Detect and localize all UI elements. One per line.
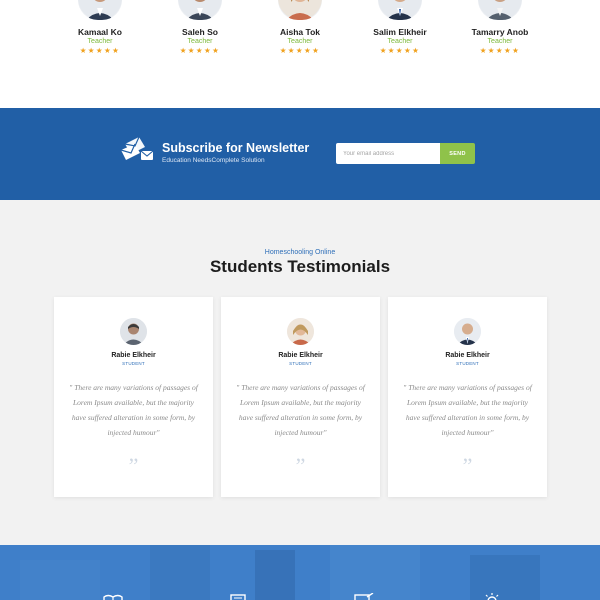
email-field[interactable] [336,143,441,164]
testimonial-quote: " There are many variations of passages … [403,383,532,437]
teacher-name: Kamaal Ko [78,27,122,37]
teacher-role: Teacher [87,38,113,45]
teacher-name: Salim Elkheir [373,27,427,37]
testimonial-card: Rabie Elkheir STUDENT " There are many v… [221,297,380,497]
teacher-card[interactable]: Saleh So Teacher ★★★★★ [160,0,240,55]
student-name: Rabie Elkheir [111,352,156,359]
section-title: Students Testimonials [209,257,391,276]
teacher-name: Saleh So [182,27,218,37]
testimonial-quote: " There are many variations of passages … [236,383,365,437]
quote-icon: ” [295,453,306,478]
newsletter-subtitle: Education NeedsComplete Solution [162,157,265,164]
avatar [278,0,322,20]
certificate-icon [230,590,246,600]
teacher-role: Teacher [187,38,213,45]
teacher-role: Teacher [387,38,413,45]
background-photo [0,545,600,600]
send-button[interactable]: SEND [440,143,475,164]
teacher-role: Teacher [287,38,313,45]
quote-icon: ” [462,453,473,478]
teacher-role: Teacher [487,38,513,45]
lightbulb-icon [483,590,501,600]
newsletter-title: Subscribe for Newsletter [162,141,310,155]
teacher-card[interactable]: Aisha Tok Teacher ★★★★★ [260,0,340,55]
rating-stars-icon: ★★★★★ [179,46,221,55]
rating-stars-icon: ★★★★★ [279,46,321,55]
student-name: Rabie Elkheir [278,352,323,359]
teacher-card[interactable]: Tamarry Anob Teacher ★★★★★ [460,0,540,55]
section-kicker: Homeschooling Online [264,249,336,256]
teachers-section: Kamaal Ko Teacher ★★★★★ Saleh So Teacher… [0,0,600,108]
student-role: STUDENT [456,361,479,366]
rating-stars-icon: ★★★★★ [479,46,521,55]
envelope-stack-icon [119,134,155,169]
features-banner [0,545,600,600]
avatar [454,318,481,345]
testimonial-card: Rabie Elkheir STUDENT " There are many v… [388,297,547,497]
student-name: Rabie Elkheir [445,352,490,359]
rating-stars-icon: ★★★★★ [79,46,121,55]
testimonial-quote: " There are many variations of passages … [69,383,198,437]
book-icon [102,590,124,600]
testimonial-card: Rabie Elkheir STUDENT " There are many v… [54,297,213,497]
rating-stars-icon: ★★★★★ [379,46,421,55]
avatar [287,318,314,345]
teacher-name: Tamarry Anob [471,27,529,37]
avatar [120,318,147,345]
avatar [478,0,522,20]
avatar [378,0,422,20]
teacher-card[interactable]: Kamaal Ko Teacher ★★★★★ [60,0,140,55]
teacher-name: Aisha Tok [280,27,320,37]
avatar [78,0,122,20]
student-role: STUDENT [289,361,312,366]
quote-icon: ” [128,453,139,478]
student-role: STUDENT [122,361,145,366]
teacher-card[interactable]: Salim Elkheir Teacher ★★★★★ [360,0,440,55]
avatar [178,0,222,20]
laptop-icon [352,590,374,600]
